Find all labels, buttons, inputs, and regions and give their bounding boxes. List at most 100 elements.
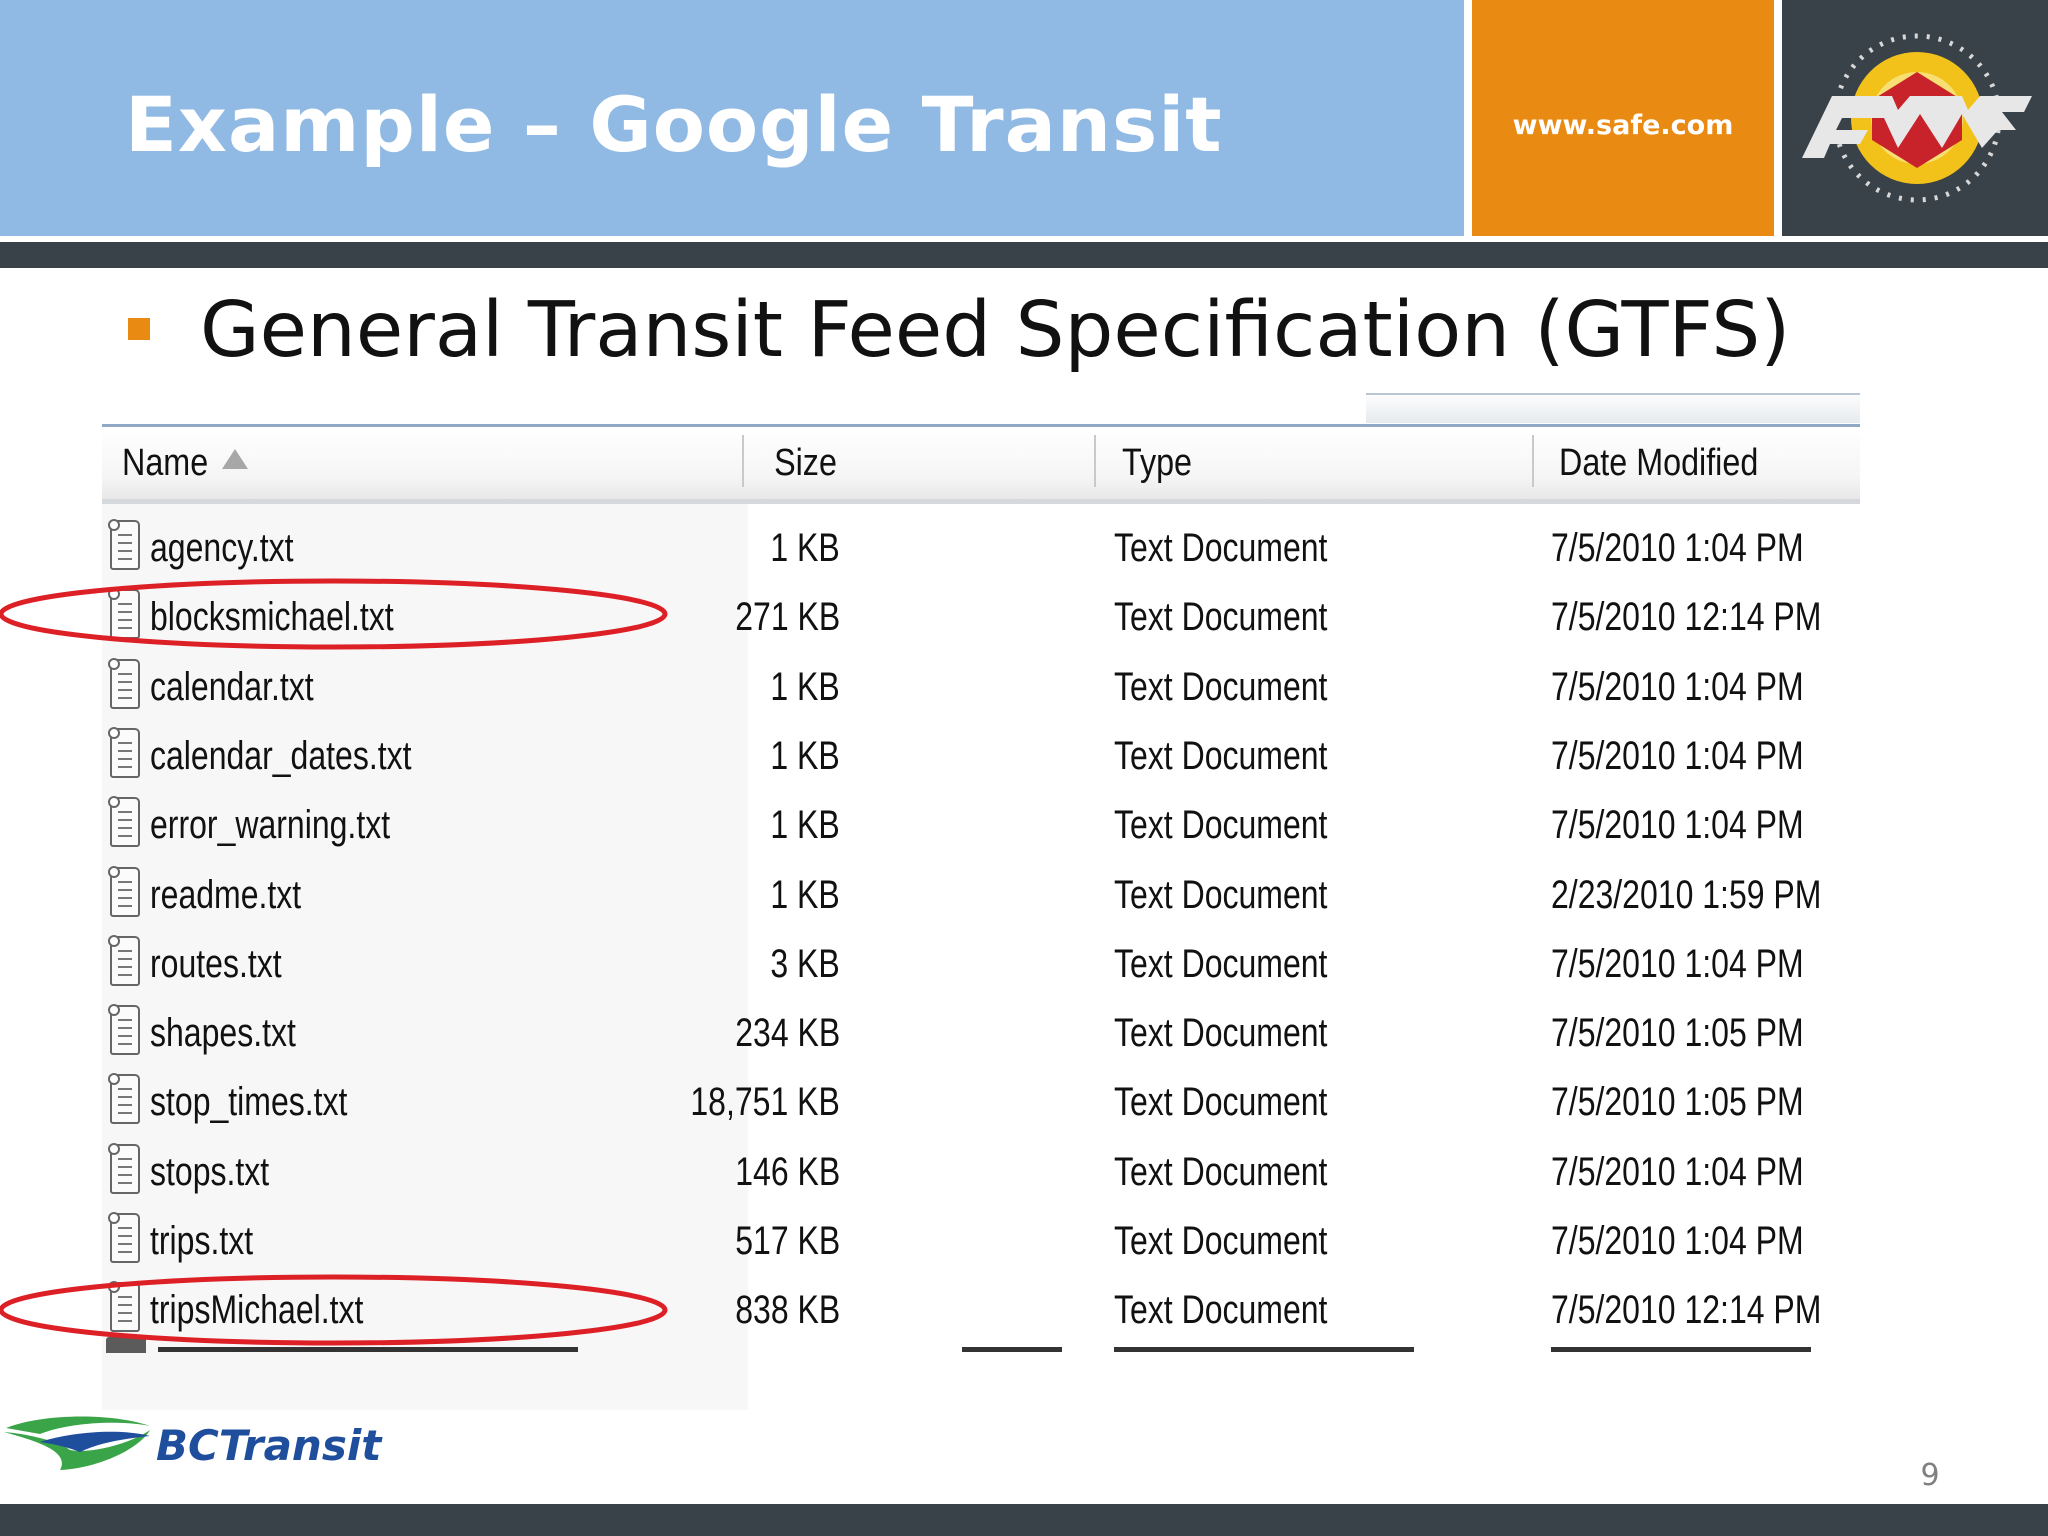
- file-size: 3 KB: [770, 942, 840, 986]
- file-date-modified: 7/5/2010 1:04 PM: [1551, 526, 1804, 570]
- file-type: Text Document: [1114, 1288, 1328, 1332]
- page-number: 9: [1920, 1458, 1940, 1493]
- file-name: stop_times.txt: [150, 1080, 348, 1124]
- partial-table-row: [102, 1337, 1860, 1353]
- table-row-highlighted[interactable]: blocksmichael.txt 271 KB Text Document 7/5/…: [102, 583, 1860, 652]
- archive-file-icon: [106, 1337, 146, 1353]
- file-name: error_warning.txt: [150, 803, 391, 847]
- file-date-modified: 7/5/2010 1:04 PM: [1551, 665, 1804, 709]
- text-file-icon: [108, 1073, 140, 1124]
- text-file-icon: [108, 935, 140, 986]
- text-file-icon: [108, 796, 140, 847]
- bullet-marker: [128, 318, 150, 340]
- file-date-modified: 7/5/2010 1:04 PM: [1551, 734, 1804, 778]
- file-size: 234 KB: [735, 1011, 840, 1055]
- text-file-icon: [108, 588, 140, 639]
- table-row[interactable]: trips.txt 517 KB Text Document 7/5/2010 1:0…: [102, 1207, 1860, 1276]
- file-name: stops.txt: [150, 1150, 270, 1194]
- file-size: 1 KB: [770, 873, 840, 917]
- table-row[interactable]: calendar.txt 1 KB Text Document 7/5/2010 1:…: [102, 653, 1860, 722]
- cut-off-text: [1114, 1347, 1414, 1352]
- file-type: Text Document: [1114, 873, 1328, 917]
- bctransit-logo: BCTransit: [4, 1416, 383, 1470]
- column-header-size[interactable]: Size: [774, 427, 837, 499]
- file-date-modified: 2/23/2010 1:59 PM: [1551, 873, 1822, 917]
- file-type: Text Document: [1114, 1150, 1328, 1194]
- table-row[interactable]: readme.txt 1 KB Text Document 2/23/2010 1:5…: [102, 861, 1860, 930]
- file-name: calendar_dates.txt: [150, 734, 412, 778]
- table-row[interactable]: shapes.txt 234 KB Text Document 7/5/2010 1:…: [102, 999, 1860, 1068]
- file-type: Text Document: [1114, 665, 1328, 709]
- toolbar-strip: [1366, 393, 1860, 423]
- table-row[interactable]: stops.txt 146 KB Text Document 7/5/2010 1:0…: [102, 1138, 1860, 1207]
- column-separator[interactable]: [1094, 435, 1096, 487]
- file-date-modified: 7/5/2010 1:04 PM: [1551, 803, 1804, 847]
- column-header-date-modified[interactable]: Date Modified: [1559, 427, 1758, 499]
- table-row[interactable]: stop_times.txt 18,751 KB Text Document 7/5/…: [102, 1068, 1860, 1137]
- file-date-modified: 7/5/2010 1:04 PM: [1551, 1150, 1804, 1194]
- file-size: 1 KB: [770, 526, 840, 570]
- file-type: Text Document: [1114, 526, 1328, 570]
- text-file-icon: [108, 658, 140, 709]
- file-date-modified: 7/5/2010 1:05 PM: [1551, 1080, 1804, 1124]
- column-header-name[interactable]: Name: [122, 427, 208, 499]
- table-row[interactable]: agency.txt 1 KB Text Document 7/5/2010 1:04…: [102, 514, 1860, 583]
- file-name: readme.txt: [150, 873, 302, 917]
- column-header-type[interactable]: Type: [1122, 427, 1192, 499]
- text-file-icon: [108, 1143, 140, 1194]
- file-name: trips.txt: [150, 1219, 254, 1263]
- logo-band: [1782, 0, 2048, 236]
- file-size: 1 KB: [770, 665, 840, 709]
- cut-off-text: [962, 1347, 1062, 1352]
- file-name: calendar.txt: [150, 665, 314, 709]
- file-name: shapes.txt: [150, 1011, 296, 1055]
- text-file-icon: [108, 1004, 140, 1055]
- file-size: 271 KB: [735, 595, 840, 639]
- file-date-modified: 7/5/2010 12:14 PM: [1551, 1288, 1822, 1332]
- table-row[interactable]: error_warning.txt 1 KB Text Document 7/5/20…: [102, 791, 1860, 860]
- column-header-row: Name Size Type Date Modified: [102, 427, 1860, 504]
- file-date-modified: 7/5/2010 1:04 PM: [1551, 1219, 1804, 1263]
- table-row[interactable]: routes.txt 3 KB Text Document 7/5/2010 1:04…: [102, 930, 1860, 999]
- file-type: Text Document: [1114, 1011, 1328, 1055]
- table-row[interactable]: calendar_dates.txt 1 KB Text Document 7/5/2…: [102, 722, 1860, 791]
- file-type: Text Document: [1114, 734, 1328, 778]
- file-size: 1 KB: [770, 734, 840, 778]
- file-type: Text Document: [1114, 1080, 1328, 1124]
- website-url[interactable]: www.safe.com: [1472, 110, 1774, 141]
- title-band: Example – Google Transit: [0, 0, 1464, 236]
- file-date-modified: 7/5/2010 1:04 PM: [1551, 942, 1804, 986]
- text-file-icon: [108, 519, 140, 570]
- file-name: blocksmichael.txt: [150, 595, 394, 639]
- sort-ascending-icon[interactable]: [222, 449, 248, 469]
- file-date-modified: 7/5/2010 12:14 PM: [1551, 595, 1822, 639]
- column-separator[interactable]: [1532, 435, 1534, 487]
- file-explorer-list: Name Size Type Date Modified agency.txt 1…: [102, 393, 1860, 1410]
- file-date-modified: 7/5/2010 1:05 PM: [1551, 1011, 1804, 1055]
- text-file-icon: [108, 1212, 140, 1263]
- text-file-icon: [108, 1281, 140, 1332]
- cut-off-text: [1551, 1347, 1811, 1352]
- bullet-text: General Transit Feed Specification (GTFS…: [200, 286, 1791, 375]
- header-bar: [0, 242, 2048, 268]
- column-separator[interactable]: [742, 435, 744, 487]
- bctransit-wordmark: BCTransit: [156, 1421, 383, 1470]
- fme-logo-icon: [1802, 33, 2032, 203]
- file-name: routes.txt: [150, 942, 282, 986]
- file-name: tripsMichael.txt: [150, 1288, 364, 1332]
- file-size: 146 KB: [735, 1150, 840, 1194]
- file-size: 517 KB: [735, 1219, 840, 1263]
- cut-off-text: [158, 1347, 578, 1352]
- footer-bar: [0, 1504, 2048, 1536]
- table-row-highlighted[interactable]: tripsMichael.txt 838 KB Text Document 7/5/2…: [102, 1276, 1860, 1345]
- slide-title: Example – Google Transit: [125, 80, 1223, 169]
- file-type: Text Document: [1114, 1219, 1328, 1263]
- text-file-icon: [108, 866, 140, 917]
- file-type: Text Document: [1114, 595, 1328, 639]
- file-name: agency.txt: [150, 526, 294, 570]
- website-band: www.safe.com: [1472, 0, 1774, 236]
- text-file-icon: [108, 727, 140, 778]
- file-type: Text Document: [1114, 803, 1328, 847]
- file-type: Text Document: [1114, 942, 1328, 986]
- file-size: 1 KB: [770, 803, 840, 847]
